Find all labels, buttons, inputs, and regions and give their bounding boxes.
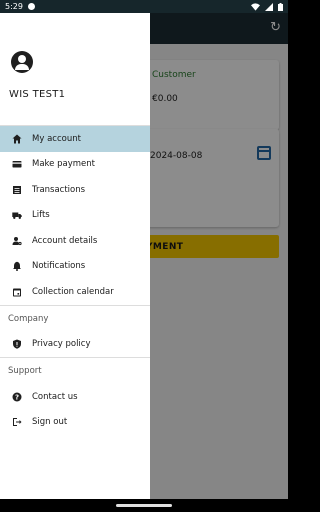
nav-item-make-payment[interactable]: Make payment bbox=[0, 152, 150, 178]
navigation-drawer: WIS TEST1 My account Make payment Transa… bbox=[0, 13, 150, 499]
nav-item-label: My account bbox=[32, 133, 81, 144]
nav-item-transactions[interactable]: Transactions bbox=[0, 177, 150, 203]
account-circle-icon bbox=[11, 51, 33, 73]
nav-item-label: Contact us bbox=[32, 391, 78, 402]
nav-item-label: Notifications bbox=[32, 261, 86, 272]
status-icons bbox=[251, 2, 283, 11]
nav-item-sign-out[interactable]: Sign out bbox=[0, 410, 150, 436]
nav-item-account-details[interactable]: Account details bbox=[0, 228, 150, 254]
nav-item-privacy-policy[interactable]: Privacy policy bbox=[0, 332, 150, 358]
nav-item-label: Collection calendar bbox=[32, 286, 114, 297]
nav-item-collection-calendar[interactable]: Collection calendar bbox=[0, 279, 150, 305]
home-gesture-handle[interactable] bbox=[116, 504, 172, 507]
signal-icon bbox=[265, 2, 273, 11]
nav-item-label: Transactions bbox=[32, 184, 86, 195]
status-time: 5:29 bbox=[5, 2, 23, 11]
credit-card-icon bbox=[12, 159, 22, 169]
nav-item-label: Privacy policy bbox=[32, 339, 91, 350]
system-navigation-bar bbox=[0, 499, 288, 512]
wifi-icon bbox=[251, 2, 260, 11]
user-name: WIS TEST1 bbox=[9, 89, 66, 100]
section-title-company: Company bbox=[8, 313, 49, 324]
notification-icon bbox=[27, 3, 35, 10]
svg-text:?: ? bbox=[15, 393, 19, 401]
status-bar: 5:29 bbox=[0, 0, 288, 13]
nav-item-lifts[interactable]: Lifts bbox=[0, 203, 150, 229]
bell-icon bbox=[12, 261, 22, 272]
nav-item-my-account[interactable]: My account bbox=[0, 126, 150, 152]
drawer-header: WIS TEST1 bbox=[0, 13, 150, 125]
home-icon bbox=[12, 134, 22, 144]
nav-item-contact-us[interactable]: ? Contact us bbox=[0, 384, 150, 410]
nav-item-label: Make payment bbox=[32, 159, 95, 170]
list-icon bbox=[12, 185, 22, 195]
nav-item-label: Sign out bbox=[32, 417, 68, 428]
nav-item-notifications[interactable]: Notifications bbox=[0, 254, 150, 280]
truck-icon bbox=[12, 210, 22, 220]
nav-item-label: Lifts bbox=[32, 210, 50, 221]
help-icon: ? bbox=[12, 392, 22, 402]
account-settings-icon bbox=[12, 236, 22, 246]
battery-icon bbox=[278, 2, 283, 11]
shield-icon bbox=[12, 339, 22, 349]
section-title-support: Support bbox=[8, 366, 42, 376]
sign-out-icon bbox=[12, 417, 22, 427]
nav-item-label: Account details bbox=[32, 235, 98, 246]
calendar-icon bbox=[12, 287, 22, 297]
